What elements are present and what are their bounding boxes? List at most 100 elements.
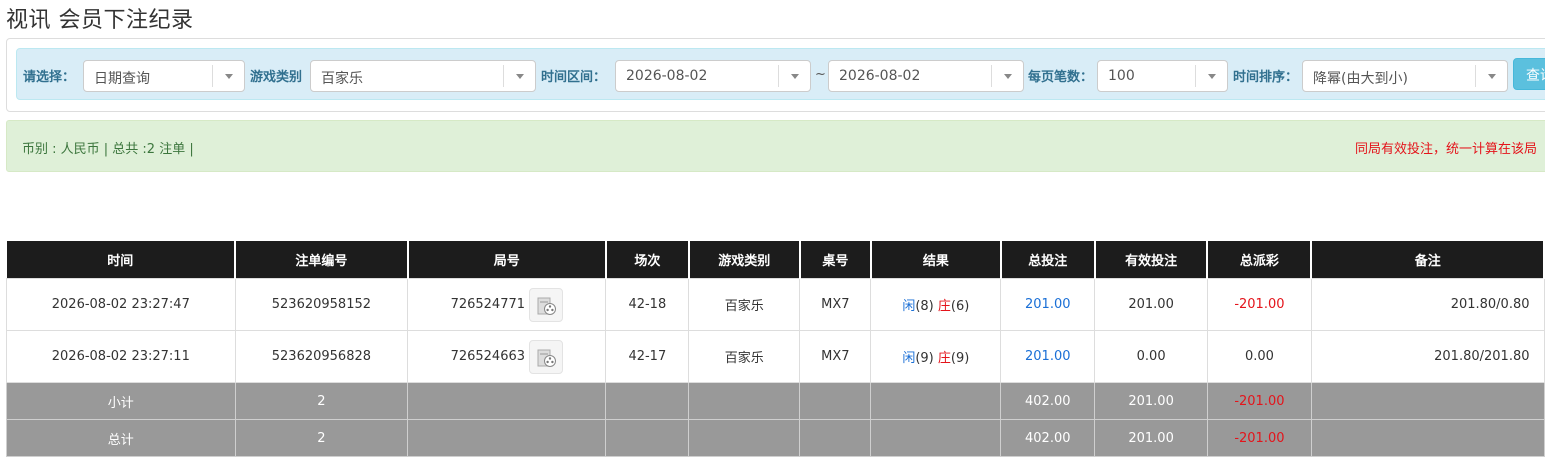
header-valid-bet: 有效投注	[1094, 241, 1209, 279]
grandtotal-label: 总计	[6, 419, 236, 457]
sort-order-value: 降幂(由大到小)	[1313, 71, 1408, 87]
video-replay-icon[interactable]	[529, 287, 564, 322]
cell-total-bet: 201.00	[1000, 278, 1096, 331]
notice-text: 同局有效投注，统一计算在该局	[1355, 142, 1538, 157]
cell-payout: -201.00	[1206, 278, 1312, 331]
empty-cell	[870, 419, 1002, 457]
cell-session: 42-18	[605, 278, 690, 331]
grandtotal-total-bet: 402.00	[1000, 419, 1096, 457]
cell-valid-bet: 0.00	[1094, 330, 1208, 383]
subtotal-count: 2	[234, 382, 409, 420]
empty-cell	[870, 382, 1002, 420]
cell-result: 闲(8) 庄(6)	[870, 278, 1002, 331]
header-bet-id: 注单编号	[235, 241, 409, 279]
result-player: 闲	[902, 351, 916, 366]
header-payout: 总派彩	[1207, 241, 1313, 279]
subtotal-label: 小计	[6, 382, 236, 420]
empty-cell	[688, 382, 801, 420]
cell-payout: 0.00	[1206, 330, 1312, 383]
per-page-value: 100	[1108, 68, 1135, 84]
grandtotal-payout: -201.00	[1206, 419, 1312, 457]
select-divider	[778, 65, 779, 87]
grandtotal-row: 总计 2 402.00 201.00 -201.00	[6, 419, 1545, 457]
start-date-value: 2026-08-02	[626, 68, 708, 84]
cell-valid-bet: 201.00	[1094, 278, 1208, 331]
result-banker: 庄	[937, 351, 951, 366]
cell-bet-id: 523620958152	[234, 278, 409, 331]
table-header-row: 时间 注单编号 局号 场次 游戏类别 桌号 结果 总投注 有效投注 总派彩 备注	[6, 241, 1545, 279]
empty-cell	[688, 419, 801, 457]
empty-cell	[1310, 382, 1545, 420]
chevron-down-icon	[1004, 74, 1012, 79]
game-type-label: 游戏类别	[250, 70, 303, 85]
page-title: 视讯 会员下注纪录	[6, 8, 194, 33]
header-total-bet: 总投注	[1000, 241, 1096, 279]
cell-time: 2026-08-02 23:27:47	[6, 278, 236, 331]
select-divider	[503, 65, 504, 87]
header-table: 桌号	[799, 241, 872, 279]
cell-round: 726524771	[407, 278, 607, 331]
video-replay-icon[interactable]	[529, 339, 564, 374]
empty-cell	[605, 419, 690, 457]
header-session: 场次	[605, 241, 690, 279]
empty-cell	[799, 419, 872, 457]
game-type-select[interactable]: 百家乐	[310, 60, 536, 92]
result-banker-score: (9)	[950, 351, 970, 366]
result-player: 闲	[902, 299, 916, 314]
sort-label: 时间排序：	[1233, 70, 1299, 85]
grandtotal-valid-bet: 201.00	[1094, 419, 1208, 457]
result-banker: 庄	[937, 299, 951, 314]
header-result: 结果	[870, 241, 1002, 279]
empty-cell	[407, 382, 607, 420]
empty-cell	[407, 419, 607, 457]
cell-bet-id: 523620956828	[234, 330, 409, 383]
result-banker-score: (6)	[950, 299, 970, 314]
chevron-down-icon	[516, 74, 524, 79]
table-row: 2026-08-02 23:27:11 523620956828 7265246…	[6, 330, 1545, 383]
query-type-select[interactable]: 日期查询	[83, 60, 245, 92]
select-divider	[991, 65, 992, 87]
cell-game: 百家乐	[688, 278, 801, 331]
table-row: 2026-08-02 23:27:47 523620958152 7265247…	[6, 278, 1545, 331]
start-date-select[interactable]: 2026-08-02	[615, 60, 811, 92]
subtotal-row: 小计 2 402.00 201.00 -201.00	[6, 382, 1545, 420]
query-button[interactable]: 查询	[1513, 58, 1545, 90]
select-type-label: 请选择：	[23, 70, 76, 85]
summary-text: 币别 : 人民币 | 总共 :2 注单 |	[22, 142, 194, 157]
round-number: 726524663	[450, 349, 526, 364]
cell-round: 726524663	[407, 330, 607, 383]
header-game: 游戏类别	[688, 241, 801, 279]
chevron-down-icon	[791, 74, 799, 79]
bet-records-table: 时间 注单编号 局号 场次 游戏类别 桌号 结果 总投注 有效投注 总派彩 备注…	[6, 241, 1545, 457]
chevron-down-icon	[225, 74, 233, 79]
select-divider	[1475, 65, 1476, 87]
subtotal-payout: -201.00	[1206, 382, 1312, 420]
summary-bar	[6, 120, 1545, 172]
subtotal-total-bet: 402.00	[1000, 382, 1096, 420]
grandtotal-count: 2	[234, 419, 409, 457]
header-round: 局号	[407, 241, 607, 279]
result-player-score: (9)	[915, 351, 934, 366]
sort-order-select[interactable]: 降幂(由大到小)	[1302, 60, 1508, 92]
chevron-down-icon	[1488, 74, 1496, 79]
cell-game: 百家乐	[688, 330, 801, 383]
cell-result: 闲(9) 庄(9)	[870, 330, 1002, 383]
per-page-select[interactable]: 100	[1097, 60, 1228, 92]
result-player-score: (8)	[915, 299, 934, 314]
empty-cell	[1310, 419, 1545, 457]
query-type-value: 日期查询	[94, 71, 150, 87]
header-remark: 备注	[1311, 241, 1545, 279]
time-range-label: 时间区间：	[541, 70, 607, 85]
end-date-value: 2026-08-02	[839, 68, 921, 84]
header-time: 时间	[6, 241, 237, 279]
subtotal-valid-bet: 201.00	[1094, 382, 1208, 420]
game-type-value: 百家乐	[321, 71, 363, 87]
cell-session: 42-17	[605, 330, 690, 383]
cell-table: MX7	[799, 278, 872, 331]
cell-table: MX7	[799, 330, 872, 383]
empty-cell	[799, 382, 872, 420]
select-divider	[212, 65, 213, 87]
select-divider	[1195, 65, 1196, 87]
end-date-select[interactable]: 2026-08-02	[828, 60, 1024, 92]
chevron-down-icon	[1208, 74, 1216, 79]
